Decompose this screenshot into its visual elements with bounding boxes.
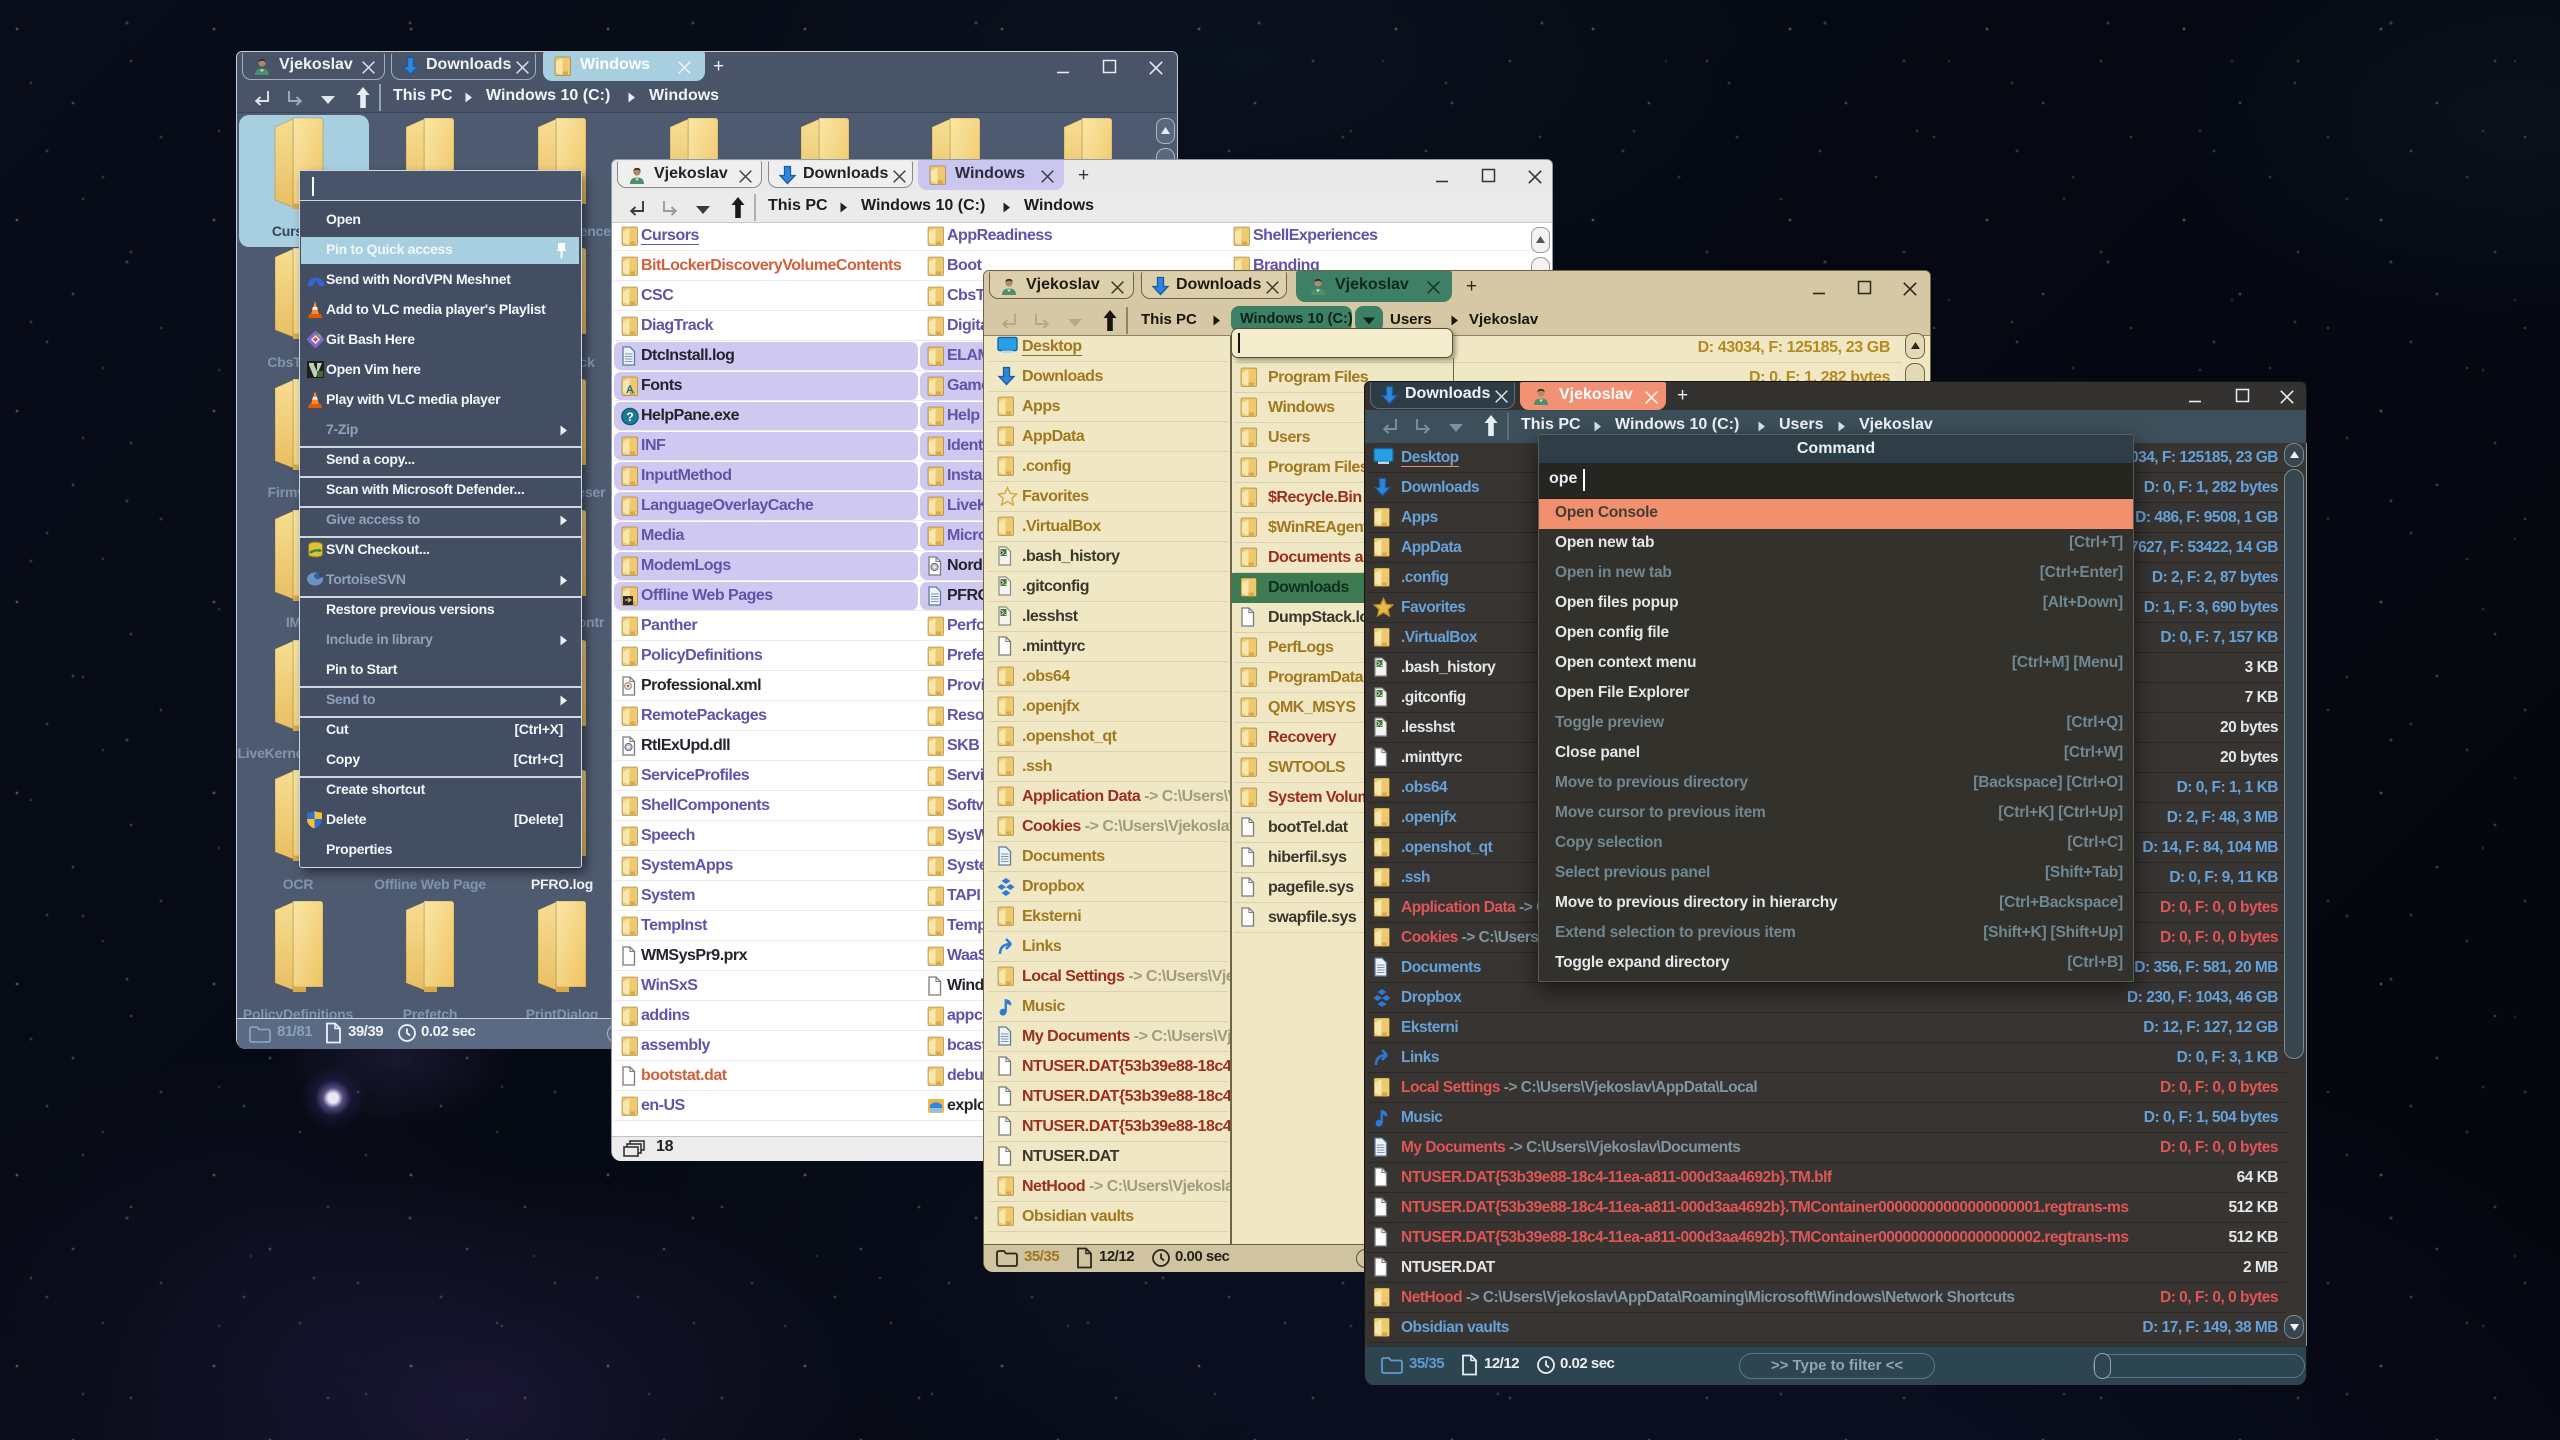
- svg-text:?: ?: [626, 410, 633, 424]
- svg-text:A: A: [626, 384, 634, 396]
